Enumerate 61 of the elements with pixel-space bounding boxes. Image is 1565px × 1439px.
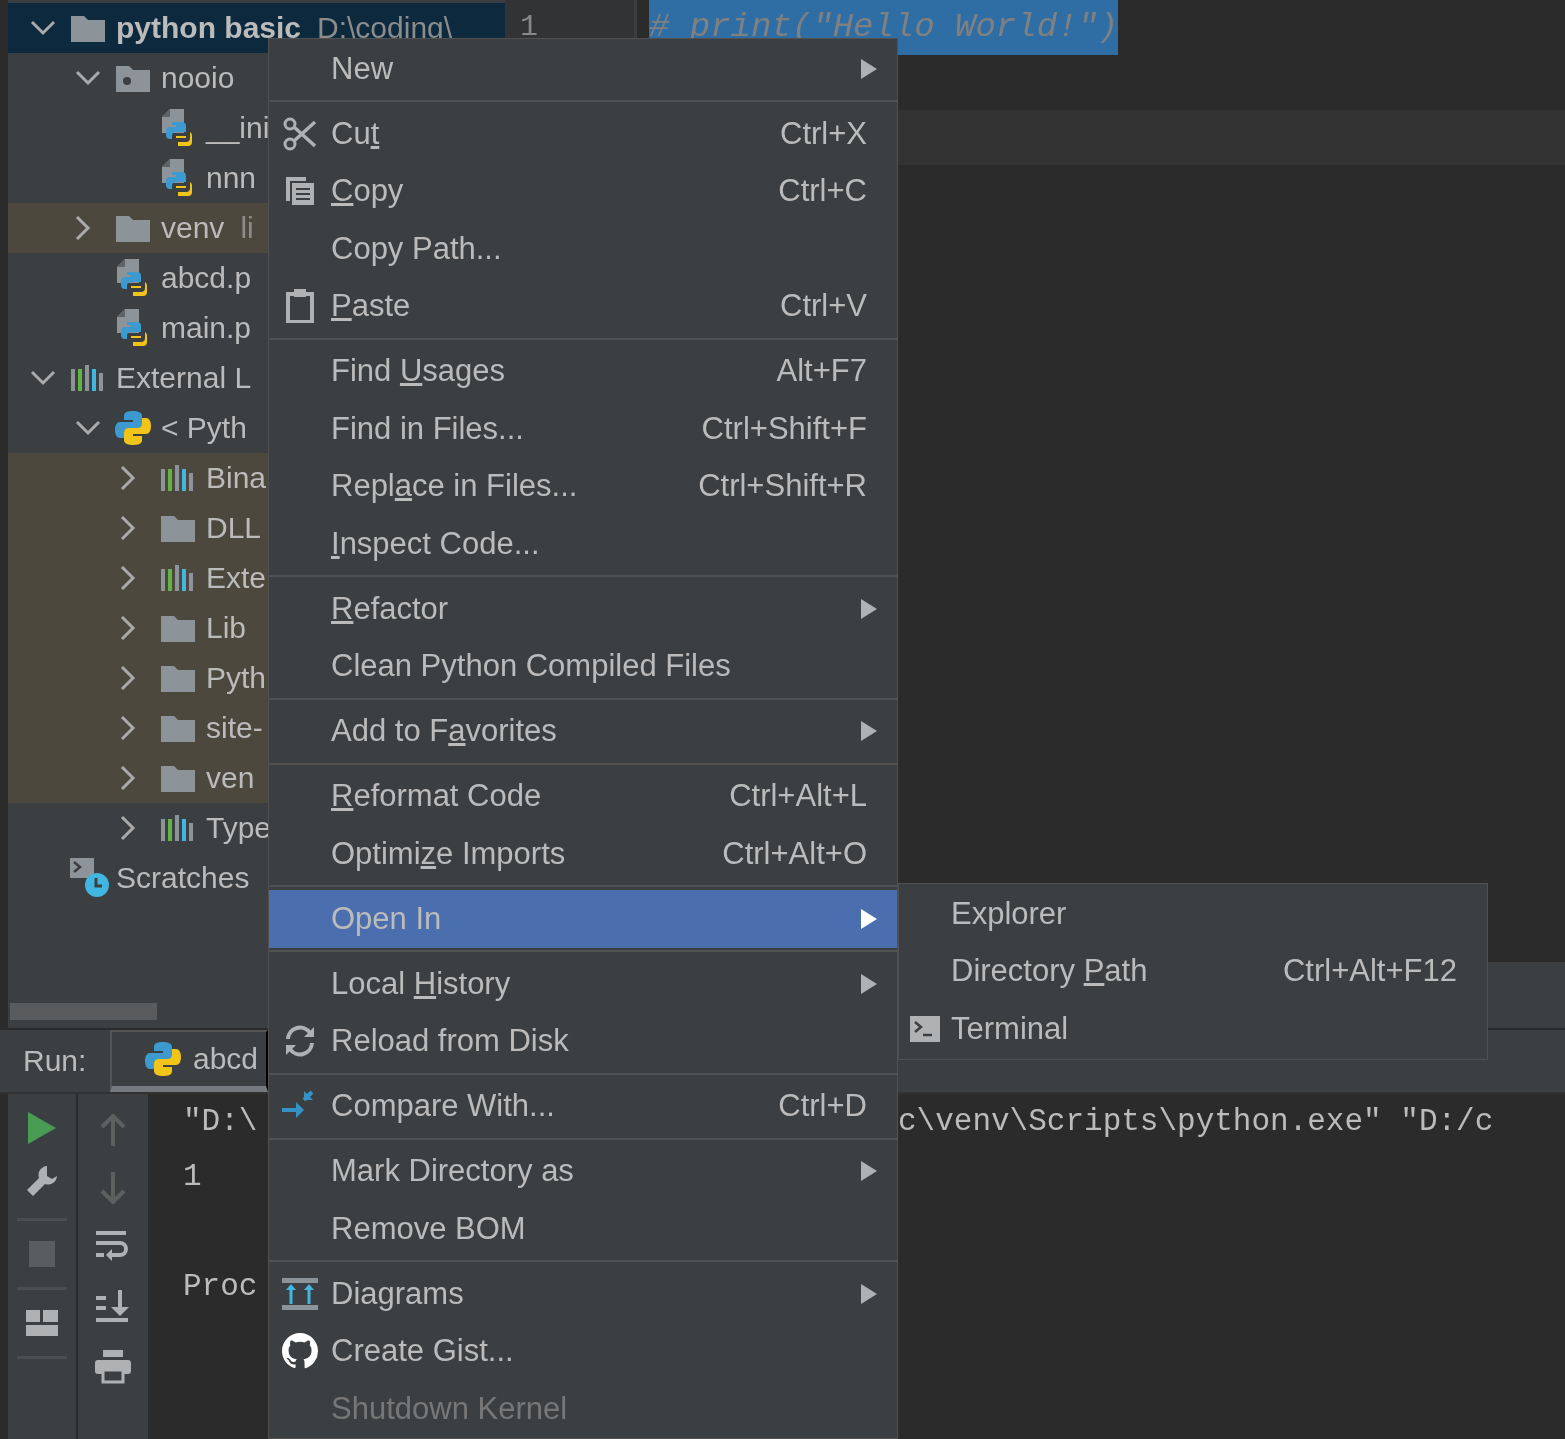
- clipboard-icon: [286, 289, 314, 324]
- menu-item[interactable]: Terminal: [899, 1000, 1487, 1058]
- terminal-icon: [910, 1015, 940, 1042]
- menu-item[interactable]: Compare With... Ctrl+D: [269, 1077, 897, 1135]
- menu-item[interactable]: Diagrams: [269, 1265, 897, 1323]
- chevron-down-icon[interactable]: [30, 20, 56, 36]
- print-icon[interactable]: [95, 1350, 131, 1384]
- submenu-arrow-icon: [861, 58, 877, 79]
- menu-item[interactable]: Create Gist...: [269, 1322, 897, 1380]
- python-icon: [115, 410, 151, 446]
- folder-icon: [115, 63, 151, 93]
- menu-item[interactable]: Reload from Disk: [269, 1012, 897, 1070]
- folder-icon: [160, 513, 196, 543]
- submenu-arrow-icon: [861, 598, 877, 619]
- console-text: Proc: [183, 1269, 259, 1304]
- folder-icon: [160, 663, 196, 693]
- chevron-right-icon[interactable]: [75, 215, 91, 241]
- folder-icon: [160, 763, 196, 793]
- folder-icon: [115, 213, 151, 243]
- menu-item[interactable]: Mark Directory as: [269, 1142, 897, 1200]
- submenu-arrow-icon: [861, 1283, 877, 1304]
- console-text: "D:\: [183, 1104, 259, 1139]
- chevron-down-icon[interactable]: [75, 70, 101, 86]
- chevron-right-icon[interactable]: [120, 765, 136, 791]
- console-text: 1: [183, 1159, 203, 1194]
- diagram-icon: [282, 1277, 318, 1310]
- submenu-arrow-icon: [861, 973, 877, 994]
- scrollbar[interactable]: [10, 1003, 157, 1020]
- run-icon[interactable]: [28, 1112, 56, 1144]
- library-icon: [70, 363, 106, 393]
- library-icon: [160, 463, 196, 493]
- layout-icon[interactable]: [26, 1310, 58, 1336]
- menu-item[interactable]: Explorer: [899, 885, 1487, 943]
- chevron-right-icon[interactable]: [120, 515, 136, 541]
- folder-icon: [160, 613, 196, 643]
- wrench-icon[interactable]: [25, 1164, 59, 1198]
- submenu-arrow-icon: [861, 908, 877, 929]
- submenu-arrow-icon: [861, 1161, 877, 1182]
- chevron-right-icon[interactable]: [120, 565, 136, 591]
- chevron-right-icon[interactable]: [120, 615, 136, 641]
- chevron-right-icon[interactable]: [120, 815, 136, 841]
- chevron-right-icon[interactable]: [120, 465, 136, 491]
- folder-icon: [70, 13, 106, 43]
- chevron-right-icon[interactable]: [120, 715, 136, 741]
- reload-icon: [283, 1025, 317, 1058]
- scissors-icon: [283, 116, 317, 151]
- library-icon: [160, 563, 196, 593]
- chevron-down-icon[interactable]: [30, 370, 56, 386]
- github-icon: [282, 1333, 318, 1370]
- python-icon: [145, 1041, 181, 1077]
- chevron-down-icon[interactable]: [75, 420, 101, 436]
- scratches-icon: [70, 858, 110, 898]
- folder-icon: [160, 713, 196, 743]
- library-icon: [160, 813, 196, 843]
- run-label: Run:: [23, 1044, 87, 1078]
- chevron-right-icon[interactable]: [120, 665, 136, 691]
- console-text: c\venv\Scripts\python.exe" "D:/c: [898, 1104, 1495, 1139]
- copy-icon: [284, 175, 316, 208]
- scroll-to-end-icon[interactable]: [96, 1290, 130, 1324]
- menu-item[interactable]: Remove BOM: [269, 1200, 897, 1258]
- submenu-arrow-icon: [861, 721, 877, 742]
